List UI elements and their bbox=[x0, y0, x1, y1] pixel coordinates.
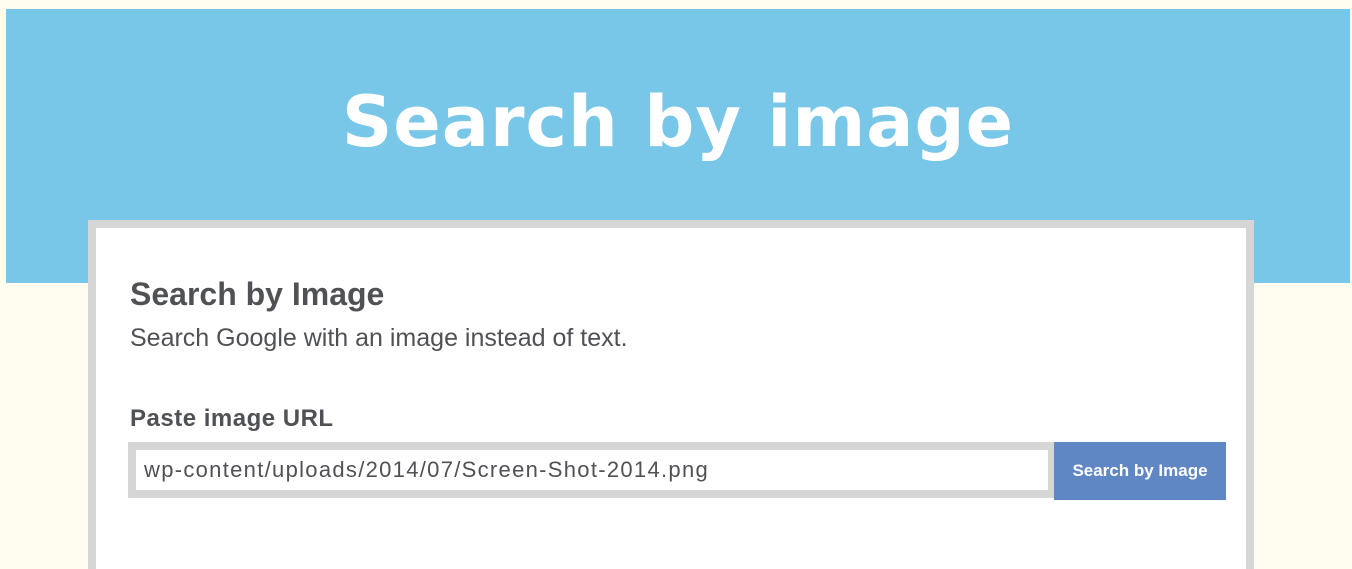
hero-title: Search by image bbox=[341, 81, 1015, 163]
card-heading: Search by Image bbox=[130, 276, 385, 312]
search-by-image-button[interactable]: Search by Image bbox=[1054, 442, 1226, 500]
image-url-input[interactable] bbox=[128, 442, 1056, 498]
card-subtitle: Search Google with an image instead of t… bbox=[130, 324, 628, 352]
search-by-image-card: Search by Image Search Google with an im… bbox=[88, 220, 1254, 569]
top-strip bbox=[0, 0, 1352, 9]
image-url-label: Paste image URL bbox=[130, 405, 334, 432]
